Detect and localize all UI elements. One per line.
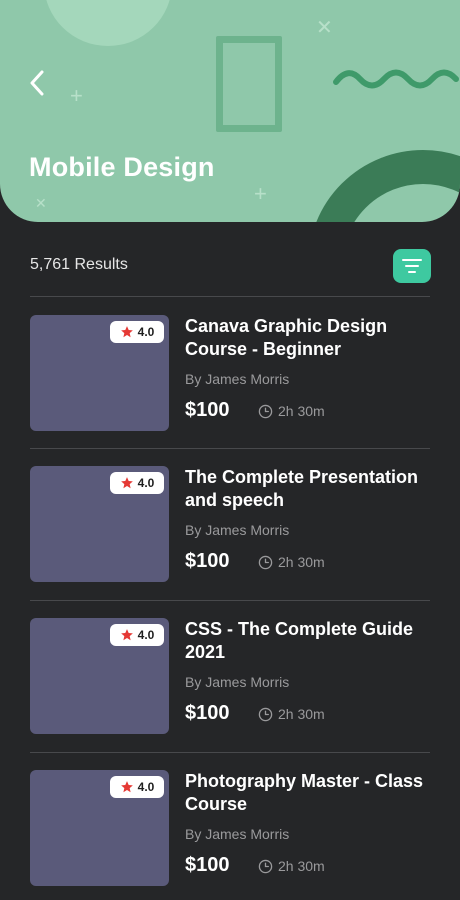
rating-badge: 4.0 (110, 321, 164, 343)
course-title: Canava Graphic Design Course - Beginner (185, 316, 388, 359)
course-thumbnail: 4.0 (30, 466, 169, 582)
clock-icon (258, 404, 273, 418)
divider (30, 296, 430, 297)
course-thumbnail: 4.0 (30, 315, 169, 431)
page-title: Mobile Design (29, 152, 215, 182)
rating-value: 4.0 (137, 780, 155, 794)
back-button[interactable] (20, 66, 54, 100)
duration-text: 2h 30m (278, 858, 325, 874)
course-title: The Complete Presentation and speech (185, 467, 419, 510)
course-price: $100 (185, 399, 230, 421)
decorative-cross-icon: ✕ (35, 195, 47, 211)
clock-icon (258, 859, 273, 873)
filter-icon (402, 259, 422, 273)
course-card[interactable]: 4.0 The Complete Presentation and speech… (0, 466, 460, 618)
course-author: By James Morris (185, 674, 290, 690)
decorative-rectangle (216, 36, 282, 132)
course-card[interactable]: 4.0 Photography Master - Class Course By… (0, 770, 460, 900)
header-banner: + + ✕ ✕ Mobile Design (0, 0, 460, 222)
divider (30, 448, 430, 449)
rating-badge: 4.0 (110, 472, 164, 494)
rating-badge: 4.0 (110, 624, 164, 646)
course-price: $100 (185, 702, 230, 724)
course-duration: 2h 30m (258, 554, 325, 570)
course-duration: 2h 30m (258, 706, 325, 722)
clock-icon (258, 555, 273, 569)
course-title: CSS - The Complete Guide 2021 (185, 619, 414, 662)
star-icon (120, 477, 133, 489)
course-author: By James Morris (185, 371, 290, 387)
star-icon (120, 629, 133, 641)
star-icon (120, 781, 133, 793)
course-author: By James Morris (185, 522, 290, 538)
course-title: Photography Master - Class Course (185, 771, 424, 814)
results-count: 5,761 Results (30, 256, 128, 273)
course-thumbnail: 4.0 (30, 770, 169, 886)
course-thumbnail: 4.0 (30, 618, 169, 734)
decorative-cross-icon: ✕ (316, 17, 333, 39)
chevron-left-icon (30, 70, 44, 96)
clock-icon (258, 707, 273, 721)
rating-badge: 4.0 (110, 776, 164, 798)
decorative-circle (44, 0, 172, 46)
rating-value: 4.0 (137, 325, 155, 339)
decorative-wave (333, 69, 459, 89)
star-icon (120, 326, 133, 338)
duration-text: 2h 30m (278, 706, 325, 722)
course-list-screen: + + ✕ ✕ Mobile Design 5,761 Results 4.0 (0, 0, 460, 900)
course-card[interactable]: 4.0 CSS - The Complete Guide 2021 By Jam… (0, 618, 460, 770)
duration-text: 2h 30m (278, 403, 325, 419)
course-card[interactable]: 4.0 Canava Graphic Design Course - Begin… (0, 315, 460, 467)
divider (30, 752, 430, 753)
decorative-plus-icon: + (254, 181, 267, 206)
duration-text: 2h 30m (278, 554, 325, 570)
rating-value: 4.0 (137, 476, 155, 490)
filter-button[interactable] (393, 249, 431, 283)
decorative-arc (308, 150, 460, 222)
course-price: $100 (185, 854, 230, 876)
decorative-plus-icon: + (70, 83, 83, 108)
course-duration: 2h 30m (258, 858, 325, 874)
course-duration: 2h 30m (258, 403, 325, 419)
course-price: $100 (185, 550, 230, 572)
rating-value: 4.0 (137, 628, 155, 642)
course-author: By James Morris (185, 826, 290, 842)
divider (30, 600, 430, 601)
